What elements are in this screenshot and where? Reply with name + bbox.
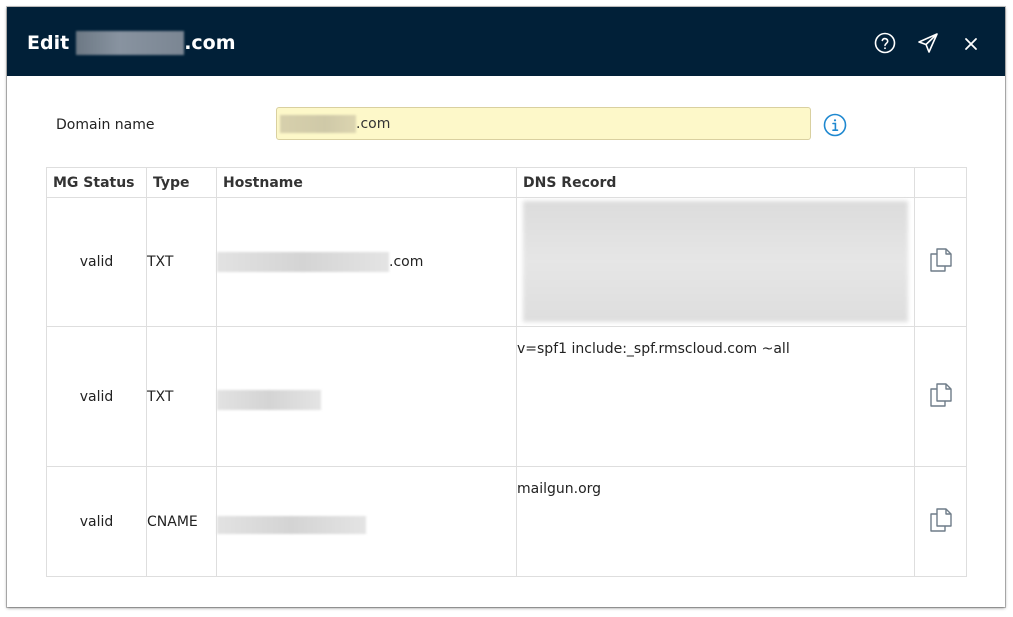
dialog-header: Edit .com [7, 7, 1005, 76]
mg-status-cell: valid [46, 466, 147, 577]
col-header-type: Type [146, 167, 217, 198]
mg-status-cell: valid [46, 197, 147, 327]
redacted-hostname [217, 389, 321, 410]
copy-icon[interactable] [929, 247, 953, 273]
copy-cell [914, 466, 967, 577]
copy-icon[interactable] [929, 382, 953, 408]
copy-cell [914, 197, 967, 327]
title-suffix: .com [184, 32, 236, 54]
hostname-cell [216, 466, 517, 577]
dns-records-table: MG Status Type Hostname DNS Record valid… [46, 167, 967, 577]
table-header-row: MG Status Type Hostname DNS Record [46, 167, 967, 198]
col-header-mg-status: MG Status [46, 167, 147, 198]
mg-status-cell: valid [46, 326, 147, 467]
type-cell: TXT [146, 197, 217, 327]
dialog-title: Edit .com [27, 31, 236, 55]
col-header-dns-record: DNS Record [516, 167, 915, 198]
col-header-actions [914, 167, 967, 198]
type-cell: CNAME [146, 466, 217, 577]
info-icon[interactable] [823, 113, 847, 137]
copy-cell [914, 326, 967, 467]
domain-name-input[interactable]: .com [276, 107, 811, 140]
title-prefix: Edit [27, 32, 70, 54]
close-icon[interactable] [959, 31, 983, 55]
hostname-cell [216, 326, 517, 467]
copy-icon[interactable] [929, 507, 953, 533]
redacted-domain [280, 114, 356, 133]
table-row: valid CNAME mailgun.org [46, 466, 967, 577]
table-row: valid TXT .com [46, 197, 967, 327]
table-row: valid TXT v=spf1 include:_spf.rmscloud.c… [46, 326, 967, 467]
type-cell: TXT [146, 326, 217, 467]
col-header-hostname: Hostname [216, 167, 517, 198]
redacted-hostname [217, 515, 366, 534]
send-icon[interactable] [916, 31, 940, 55]
domain-name-suffix: .com [356, 115, 391, 132]
redacted-hostname [217, 252, 389, 272]
redacted-domain [76, 31, 185, 55]
dns-record-cell [516, 197, 915, 327]
dns-record-cell: v=spf1 include:_spf.rmscloud.com ~all [516, 326, 915, 467]
redacted-dns-record [523, 201, 908, 322]
domain-name-label: Domain name [56, 117, 155, 133]
hostname-cell: .com [216, 197, 517, 327]
edit-domain-dialog: Edit .com Domain name .com MG Status Typ… [7, 7, 1005, 607]
help-icon[interactable] [873, 31, 897, 55]
hostname-suffix: .com [389, 254, 424, 270]
dns-record-cell: mailgun.org [516, 466, 915, 577]
